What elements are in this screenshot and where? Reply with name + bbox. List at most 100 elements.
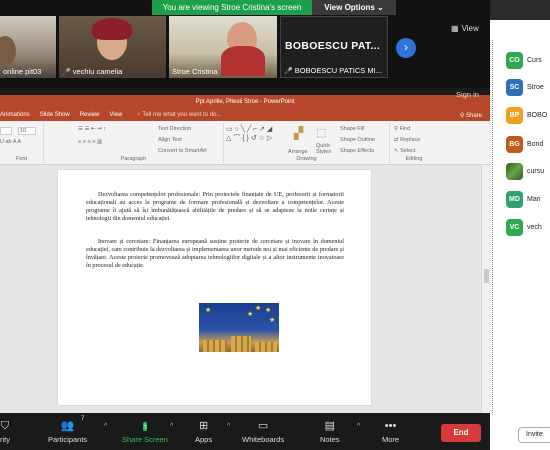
view-label: View [461, 24, 479, 33]
video-tile[interactable]: BOBOESCU PAT... 🎤 BOBOESCU PATICS MI... [280, 16, 388, 78]
tile-name: Stroe Cristina [172, 67, 218, 76]
arrange-label[interactable]: Arrange [288, 149, 308, 155]
participant-name: Mari [527, 195, 541, 203]
avatar: SC [506, 78, 523, 96]
list-buttons[interactable]: ☰ ☰ ⇤ ⇥ ↕ [78, 126, 106, 132]
video-tile[interactable]: Stroe Cristina [169, 16, 277, 78]
chevron-up-icon[interactable]: ^ [227, 423, 230, 430]
participant-row[interactable]: CO Curs [506, 51, 542, 69]
ppt-title: Ppt Aprilie, Pitesti Stroe - PowerPoint [195, 99, 295, 105]
tab-animations[interactable]: Animations [0, 112, 30, 118]
participant-row[interactable]: cursu [506, 162, 545, 180]
chevron-up-icon[interactable]: ^ [357, 423, 360, 430]
select-button[interactable]: ↖ Select [394, 148, 415, 154]
ribbon-group-editing: ⚲ Find ⇄ Replace ↖ Select Editing [390, 123, 438, 163]
apps-icon: ⊞ [198, 420, 209, 432]
ppt-share-button[interactable]: ⚲ Share [460, 112, 482, 119]
avatar: BG [506, 135, 523, 153]
tell-me-label: Tell me what you want to do... [142, 112, 222, 118]
end-meeting-button[interactable]: End [441, 424, 481, 442]
find-button[interactable]: ⚲ Find [394, 126, 410, 132]
participant-name: cursu [527, 167, 545, 175]
chevron-up-icon[interactable]: ^ [170, 423, 173, 430]
vertical-scrollbar[interactable] [481, 165, 490, 413]
tile-name: online pit03 [3, 67, 42, 76]
font-group-label: Font [15, 156, 27, 162]
more-button[interactable]: ••• More [382, 419, 399, 444]
tab-view[interactable]: View [109, 112, 122, 118]
font-name-box[interactable] [0, 127, 12, 135]
tile-caption: Stroe Cristina [172, 67, 217, 76]
more-label: More [382, 435, 400, 444]
star-icon: ★ [205, 307, 212, 314]
panel-divider [492, 40, 493, 415]
shape-outline-button[interactable]: Shape Outline [340, 137, 375, 143]
slide[interactable]: Dezvoltarea competențelor profesionale: … [58, 170, 371, 405]
ribbon-group-paragraph: ☰ ☰ ⇤ ⇥ ↕ ≡ ≡ ≡ ≡ ▥ Text Direction Align… [44, 123, 224, 163]
convert-smartart-button[interactable]: Convert to SmartArt [158, 148, 207, 154]
paragraph-group-label: Paragraph [120, 156, 147, 162]
apps-button[interactable]: ⊞ Apps [195, 419, 212, 444]
align-buttons[interactable]: ≡ ≡ ≡ ≡ ▥ [78, 139, 102, 145]
coin-stack [203, 340, 227, 352]
whiteboard-icon: ▭ [257, 420, 269, 432]
replace-label: Replace [400, 137, 421, 143]
participant-row[interactable]: BP BOBO [506, 106, 547, 124]
shape-effects-label: Shape Effects [340, 148, 375, 154]
participant-hair [92, 18, 132, 40]
whiteboards-button[interactable]: ▭ Whiteboards [242, 419, 284, 444]
participants-label: Participants [48, 435, 88, 444]
chevron-up-icon[interactable]: ^ [104, 423, 107, 430]
select-label: Select [400, 148, 416, 154]
view-button[interactable]: ▦ View [451, 24, 479, 33]
view-options-button[interactable]: View Options ⌄ [312, 0, 396, 15]
avatar [506, 162, 523, 180]
zoom-window: You are viewing Stroe Cristina's screen … [0, 0, 550, 450]
participant-row[interactable]: SC Stroe [506, 78, 544, 96]
participants-button[interactable]: 👥 Participants [48, 419, 87, 444]
whiteboards-label: Whiteboards [242, 435, 285, 444]
sign-in-link[interactable]: Sign in [456, 90, 479, 99]
video-tile[interactable]: online pit03 [0, 16, 56, 78]
notes-button[interactable]: ▤ Notes [320, 419, 340, 444]
tile-caption: 🎤 vechiu camelia [62, 67, 122, 76]
share-screen-button[interactable]: ↑ Share Screen [122, 419, 168, 444]
quick-styles-label[interactable]: Quick Styles [316, 143, 336, 155]
ribbon-group-font: 10 U ab A A Font [0, 123, 44, 163]
muted-mic-icon: 🎤 [62, 68, 71, 76]
grid-icon: ▦ [451, 24, 459, 33]
participant-name: Stroe [527, 83, 544, 91]
star-icon: ★ [269, 317, 276, 324]
font-style-buttons[interactable]: U ab A A [0, 139, 21, 145]
security-button[interactable]: ⛉ rity [0, 419, 10, 444]
align-text-button[interactable]: Align Text [158, 137, 182, 143]
participants-count: 7 [81, 416, 85, 422]
font-size-box[interactable]: 10 [18, 127, 36, 135]
shape-fill-button[interactable]: Shape Fill [340, 126, 364, 132]
shape-effects-button[interactable]: Shape Effects [340, 148, 374, 154]
tell-me-search[interactable]: ♀ Tell me what you want to do... [136, 112, 221, 118]
participant-row[interactable]: MD Mari [506, 190, 541, 208]
replace-icon: ⇄ [394, 137, 399, 143]
notes-label: Notes [320, 435, 340, 444]
next-page-button[interactable]: › [396, 38, 416, 58]
chevron-down-icon: ⌄ [377, 3, 384, 12]
replace-button[interactable]: ⇄ Replace [394, 137, 420, 143]
tab-review[interactable]: Review [80, 112, 100, 118]
participant-row[interactable]: BG Bond [506, 135, 543, 153]
shapes-gallery[interactable]: ▭ ○ ╲ ╱ ⌐ ↗ ◢ △ ⌒ { } ↺ ☆ ▷ [226, 125, 272, 143]
participant-row[interactable]: VC vech [506, 218, 542, 236]
tab-slide-show[interactable]: Slide Show [40, 112, 70, 118]
star-icon: ★ [247, 311, 254, 318]
convert-smartart-label: Convert to SmartArt [158, 148, 207, 154]
scrollbar-thumb[interactable] [484, 269, 489, 283]
avatar: BP [506, 106, 523, 124]
shape-outline-label: Shape Outline [340, 137, 375, 143]
quick-styles-icon[interactable]: ⬚ [316, 126, 326, 139]
eu-flag-coins-image: ★ ★ ★ ★ ★ [199, 303, 279, 352]
arrange-icon[interactable]: ▞ [294, 126, 303, 140]
invite-button[interactable]: Invite [518, 427, 550, 443]
text-direction-button[interactable]: Text Direction [158, 126, 191, 132]
video-tile[interactable]: 🎤 vechiu camelia [59, 16, 166, 78]
share-banner: You are viewing Stroe Cristina's screen … [152, 0, 396, 15]
